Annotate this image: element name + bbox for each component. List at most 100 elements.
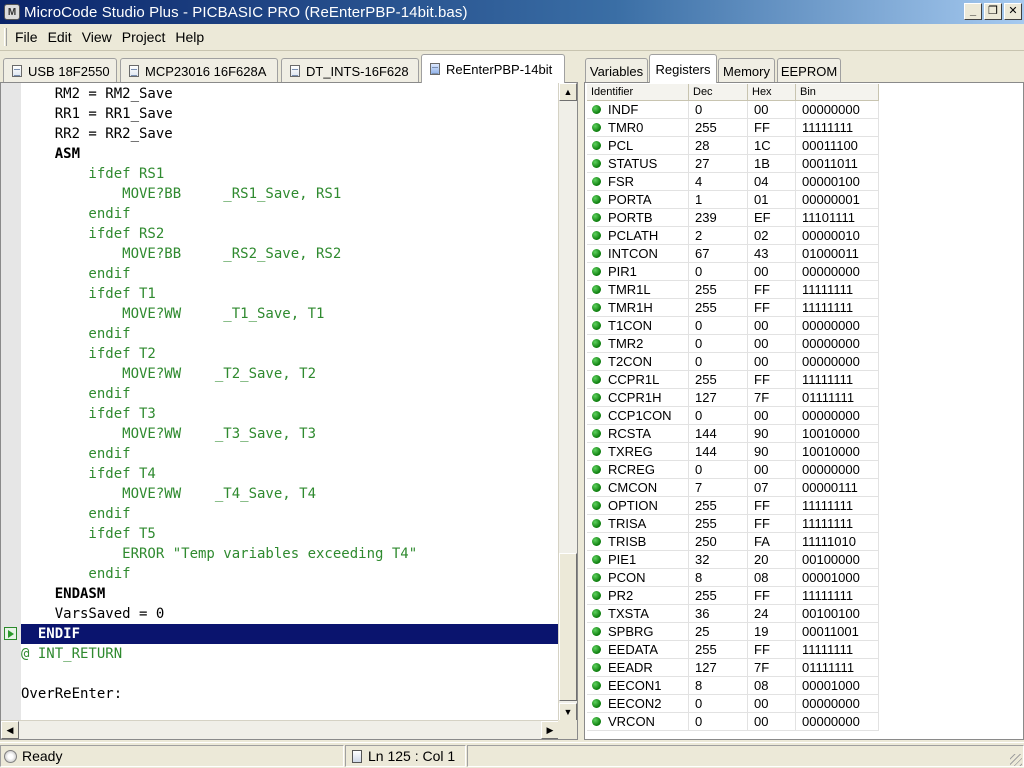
register-row[interactable]: EECON1 8 08 00001000 bbox=[587, 677, 879, 695]
register-row[interactable]: RCSTA 144 90 10010000 bbox=[587, 425, 879, 443]
code-line[interactable]: MOVE?WW _T2_Save, T2 bbox=[21, 364, 559, 384]
vertical-scrollbar[interactable]: ▲ ▼ bbox=[558, 83, 577, 721]
register-row[interactable]: PCLATH 2 02 00000010 bbox=[587, 227, 879, 245]
register-row[interactable]: INDF 0 00 00000000 bbox=[587, 101, 879, 119]
code-line[interactable]: @ INT_RETURN bbox=[21, 644, 559, 664]
register-row[interactable]: STATUS 27 1B 00011011 bbox=[587, 155, 879, 173]
register-row[interactable]: TMR0 255 FF 11111111 bbox=[587, 119, 879, 137]
register-row[interactable]: SPBRG 25 19 00011001 bbox=[587, 623, 879, 641]
register-row[interactable]: PIR1 0 00 00000000 bbox=[587, 263, 879, 281]
code-line[interactable]: ifdef T5 bbox=[21, 524, 559, 544]
scroll-thumb[interactable] bbox=[559, 553, 577, 701]
tab-dt-ints-16f628[interactable]: DT_INTS-16F628 bbox=[281, 58, 419, 83]
scroll-down-icon[interactable]: ▼ bbox=[559, 703, 577, 721]
editor-gutter[interactable] bbox=[1, 83, 21, 721]
register-row[interactable]: TMR1L 255 FF 11111111 bbox=[587, 281, 879, 299]
scroll-right-icon[interactable]: ▶ bbox=[541, 721, 559, 739]
tab-usb-18f2550[interactable]: USB 18F2550 bbox=[3, 58, 117, 83]
register-row[interactable]: PCON 8 08 00001000 bbox=[587, 569, 879, 587]
register-row[interactable]: PIE1 32 20 00100000 bbox=[587, 551, 879, 569]
register-row[interactable]: TMR2 0 00 00000000 bbox=[587, 335, 879, 353]
register-row[interactable]: CCPR1H 127 7F 01111111 bbox=[587, 389, 879, 407]
tab-reenterpbp-14bit[interactable]: ReEnterPBP-14bit bbox=[421, 54, 565, 83]
title-bar[interactable]: M MicroCode Studio Plus - PICBASIC PRO (… bbox=[0, 0, 1024, 24]
code-line[interactable]: endif bbox=[21, 264, 559, 284]
register-row[interactable]: CCPR1L 255 FF 11111111 bbox=[587, 371, 879, 389]
tab-registers[interactable]: Registers bbox=[649, 54, 717, 83]
code-editor[interactable]: RM2 = RM2_Save RR1 = RR1_Save RR2 = RR2_… bbox=[0, 82, 578, 740]
register-row[interactable]: T2CON 0 00 00000000 bbox=[587, 353, 879, 371]
scroll-left-icon[interactable]: ◀ bbox=[1, 721, 19, 739]
tab-variables[interactable]: Variables bbox=[585, 58, 648, 83]
maximize-button[interactable]: ❐ bbox=[984, 3, 1002, 20]
scroll-up-icon[interactable]: ▲ bbox=[559, 83, 577, 101]
menu-edit[interactable]: Edit bbox=[44, 27, 76, 47]
code-line[interactable] bbox=[21, 664, 559, 684]
register-row[interactable]: TXSTA 36 24 00100100 bbox=[587, 605, 879, 623]
code-line[interactable]: endif bbox=[21, 384, 559, 404]
code-line[interactable]: MOVE?WW _T1_Save, T1 bbox=[21, 304, 559, 324]
code-line[interactable]: endif bbox=[21, 444, 559, 464]
code-line[interactable]: ENDASM bbox=[21, 584, 559, 604]
code-line[interactable]: OverReEnter: bbox=[21, 684, 559, 704]
code-line[interactable]: ifdef RS2 bbox=[21, 224, 559, 244]
code-line[interactable]: ASM bbox=[21, 144, 559, 164]
register-row[interactable]: EEDATA 255 FF 11111111 bbox=[587, 641, 879, 659]
register-row[interactable]: PORTA 1 01 00000001 bbox=[587, 191, 879, 209]
code-line[interactable]: ERROR "Temp variables exceeding T4" bbox=[21, 544, 559, 564]
code-line[interactable]: RR1 = RR1_Save bbox=[21, 104, 559, 124]
close-button[interactable]: ✕ bbox=[1004, 3, 1022, 20]
register-row[interactable]: PR2 255 FF 11111111 bbox=[587, 587, 879, 605]
code-line[interactable]: ifdef T1 bbox=[21, 284, 559, 304]
minimize-button[interactable]: _ bbox=[964, 3, 982, 20]
column-header-hex[interactable]: Hex bbox=[748, 84, 796, 101]
menu-file[interactable]: File bbox=[11, 27, 42, 47]
register-row[interactable]: EEADR 127 7F 01111111 bbox=[587, 659, 879, 677]
code-line[interactable]: RR2 = RR2_Save bbox=[21, 124, 559, 144]
code-line[interactable]: MOVE?BB _RS1_Save, RS1 bbox=[21, 184, 559, 204]
tab-memory[interactable]: Memory bbox=[718, 58, 775, 83]
register-row[interactable]: RCREG 0 00 00000000 bbox=[587, 461, 879, 479]
code-line[interactable]: endif bbox=[21, 204, 559, 224]
register-row[interactable]: TMR1H 255 FF 11111111 bbox=[587, 299, 879, 317]
register-row[interactable]: OPTION 255 FF 11111111 bbox=[587, 497, 879, 515]
register-row[interactable]: TRISB 250 FA 11111010 bbox=[587, 533, 879, 551]
menu-view[interactable]: View bbox=[78, 27, 116, 47]
code-line[interactable]: MOVE?BB _RS2_Save, RS2 bbox=[21, 244, 559, 264]
code-line[interactable]: ifdef T4 bbox=[21, 464, 559, 484]
code-line[interactable]: MOVE?WW _T3_Save, T3 bbox=[21, 424, 559, 444]
register-row[interactable]: CCP1CON 0 00 00000000 bbox=[587, 407, 879, 425]
resize-grip-icon[interactable] bbox=[1010, 754, 1022, 766]
column-header-bin[interactable]: Bin bbox=[796, 84, 879, 101]
column-header-identifier[interactable]: Identifier bbox=[587, 84, 689, 101]
code-line[interactable]: endif bbox=[21, 504, 559, 524]
code-line[interactable]: VarsSaved = 0 bbox=[21, 604, 559, 624]
code-line[interactable]: ENDIF bbox=[21, 624, 559, 644]
code-line[interactable]: endif bbox=[21, 324, 559, 344]
tab-mcp23016-16f628a[interactable]: MCP23016 16F628A bbox=[120, 58, 278, 83]
menu-project[interactable]: Project bbox=[118, 27, 170, 47]
registers-panel[interactable]: Identifier Dec Hex Bin INDF 0 00 00000000 TM… bbox=[584, 82, 1024, 740]
code-line[interactable]: RM2 = RM2_Save bbox=[21, 84, 559, 104]
code-area[interactable]: RM2 = RM2_Save RR1 = RR1_Save RR2 = RR2_… bbox=[21, 83, 559, 721]
register-row[interactable]: PORTB 239 EF 11101111 bbox=[587, 209, 879, 227]
tab-eeprom[interactable]: EEPROM bbox=[777, 58, 841, 83]
column-header-dec[interactable]: Dec bbox=[689, 84, 748, 101]
code-line[interactable]: MOVE?WW _T4_Save, T4 bbox=[21, 484, 559, 504]
register-row[interactable]: TRISA 255 FF 11111111 bbox=[587, 515, 879, 533]
register-row[interactable]: INTCON 67 43 01000011 bbox=[587, 245, 879, 263]
register-row[interactable]: VRCON 0 00 00000000 bbox=[587, 713, 879, 731]
register-row[interactable]: EECON2 0 00 00000000 bbox=[587, 695, 879, 713]
code-line[interactable]: endif bbox=[21, 564, 559, 584]
register-row[interactable]: TXREG 144 90 10010000 bbox=[587, 443, 879, 461]
register-row[interactable]: PCL 28 1C 00011100 bbox=[587, 137, 879, 155]
app-icon[interactable]: M bbox=[4, 4, 20, 20]
register-row[interactable]: FSR 4 04 00000100 bbox=[587, 173, 879, 191]
register-row[interactable]: T1CON 0 00 00000000 bbox=[587, 317, 879, 335]
code-line[interactable]: ifdef T2 bbox=[21, 344, 559, 364]
register-row[interactable]: CMCON 7 07 00000111 bbox=[587, 479, 879, 497]
menu-help[interactable]: Help bbox=[171, 27, 208, 47]
code-line[interactable]: ifdef T3 bbox=[21, 404, 559, 424]
horizontal-scrollbar[interactable]: ◀ ▶ bbox=[1, 720, 559, 739]
code-line[interactable]: ifdef RS1 bbox=[21, 164, 559, 184]
